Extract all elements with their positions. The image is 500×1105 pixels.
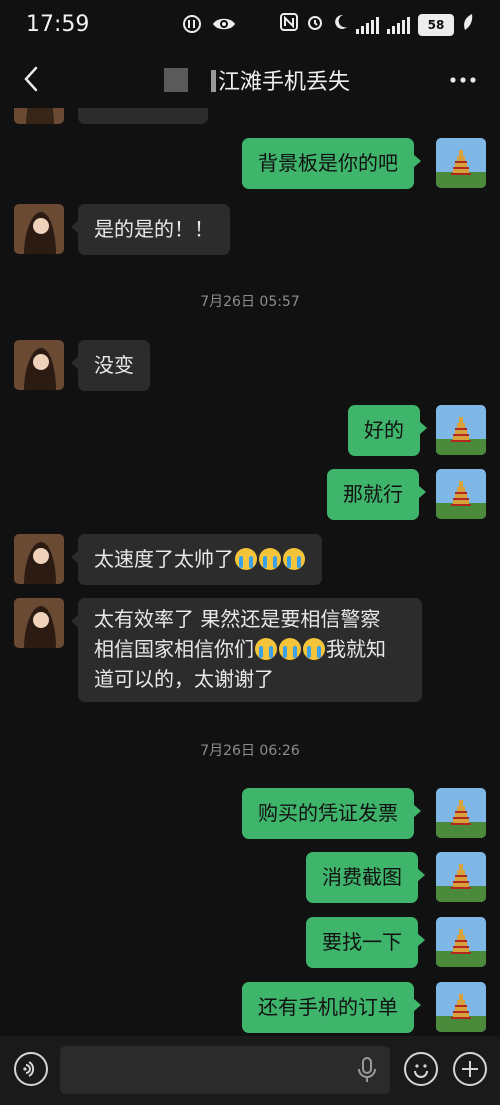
message-list[interactable]: 背景板是你的吧 是的是的！！ 7月26日 05:57 没变 好的 那就行 太速度… [0, 108, 500, 1036]
status-time: 17:59 [26, 12, 90, 37]
message-bubble-out[interactable]: 好的 [348, 405, 427, 456]
status-bar: 17:59 58 [0, 0, 500, 52]
battery-indicator: 58 [418, 14, 454, 36]
my-avatar[interactable] [436, 469, 486, 519]
back-button[interactable] [16, 62, 50, 96]
contact-avatar[interactable] [14, 340, 64, 390]
contact-avatar[interactable] [14, 534, 64, 584]
my-avatar[interactable] [436, 788, 486, 838]
crying-emoji-icon [279, 638, 301, 660]
alarm-icon [306, 13, 324, 37]
smiley-icon [414, 1064, 428, 1078]
crying-emoji-icon [303, 638, 325, 660]
title-redaction-mark [211, 70, 216, 92]
voice-mode-button[interactable] [14, 1052, 48, 1086]
data-saver-icon [182, 14, 202, 40]
more-icon [450, 77, 476, 83]
plus-icon [462, 1061, 478, 1077]
message-text: 太速度了太帅了 [94, 547, 234, 571]
message-bubble-in[interactable]: 没变 [71, 340, 150, 391]
message-bubble-in[interactable]: 太有效率了 果然还是要相信警察 相信国家相信你们 我就知 道可以的，太谢谢了 [71, 598, 422, 702]
message-bubble-out[interactable]: 还有手机的订单 [242, 982, 421, 1033]
voice-wave-icon [23, 1061, 35, 1077]
microphone-icon [358, 1057, 376, 1082]
mic-button[interactable] [356, 1056, 378, 1084]
message-bubble-out[interactable]: 消费截图 [306, 852, 425, 903]
nfc-icon [280, 13, 298, 37]
chat-title: 江滩手机丢失 [218, 70, 351, 95]
more-actions-button[interactable] [453, 1052, 487, 1086]
input-bar [0, 1036, 500, 1105]
crying-emoji-icon [235, 548, 257, 570]
message-bubble-out[interactable]: 那就行 [327, 469, 426, 520]
contact-avatar[interactable] [14, 108, 64, 124]
message-input[interactable] [60, 1046, 390, 1094]
contact-avatar[interactable] [14, 598, 64, 648]
message-bubble-in[interactable]: 太速度了太帅了 [71, 534, 322, 585]
leaf-icon [462, 13, 474, 37]
message-bubble-out[interactable]: 要找一下 [306, 917, 425, 968]
chat-header: 江滩手机丢失 [0, 52, 500, 108]
signal-icon-2 [387, 16, 410, 34]
message-bubble-partial[interactable] [78, 108, 208, 124]
emoji-button[interactable] [404, 1052, 438, 1086]
message-line: 相信国家相信你们 我就知 [94, 637, 386, 661]
message-bubble-out[interactable]: 购买的凭证发票 [242, 788, 421, 839]
crying-emoji-icon [255, 638, 277, 660]
eye-icon [212, 15, 236, 39]
my-avatar[interactable] [436, 852, 486, 902]
my-avatar[interactable] [436, 405, 486, 455]
contact-avatar[interactable] [14, 204, 64, 254]
message-timestamp: 7月26日 05:57 [200, 294, 300, 310]
status-icons-right: 58 [280, 13, 474, 37]
status-icons-left [182, 14, 236, 40]
crying-emoji-icon [283, 548, 305, 570]
moon-icon [332, 13, 348, 37]
message-timestamp: 7月26日 06:26 [200, 743, 300, 759]
my-avatar[interactable] [436, 138, 486, 188]
crying-emoji-icon [259, 548, 281, 570]
my-avatar[interactable] [436, 982, 486, 1032]
message-line: 道可以的，太谢谢了 [94, 667, 274, 691]
signal-icon [356, 16, 379, 34]
my-avatar[interactable] [436, 917, 486, 967]
more-options-button[interactable] [448, 68, 478, 92]
message-bubble-out[interactable]: 背景板是你的吧 [242, 138, 421, 189]
message-bubble-in[interactable]: 是的是的！！ [71, 204, 230, 255]
message-line: 太有效率了 果然还是要相信警察 [94, 607, 381, 631]
title-redaction-block [164, 68, 188, 92]
chevron-left-icon [24, 66, 38, 92]
